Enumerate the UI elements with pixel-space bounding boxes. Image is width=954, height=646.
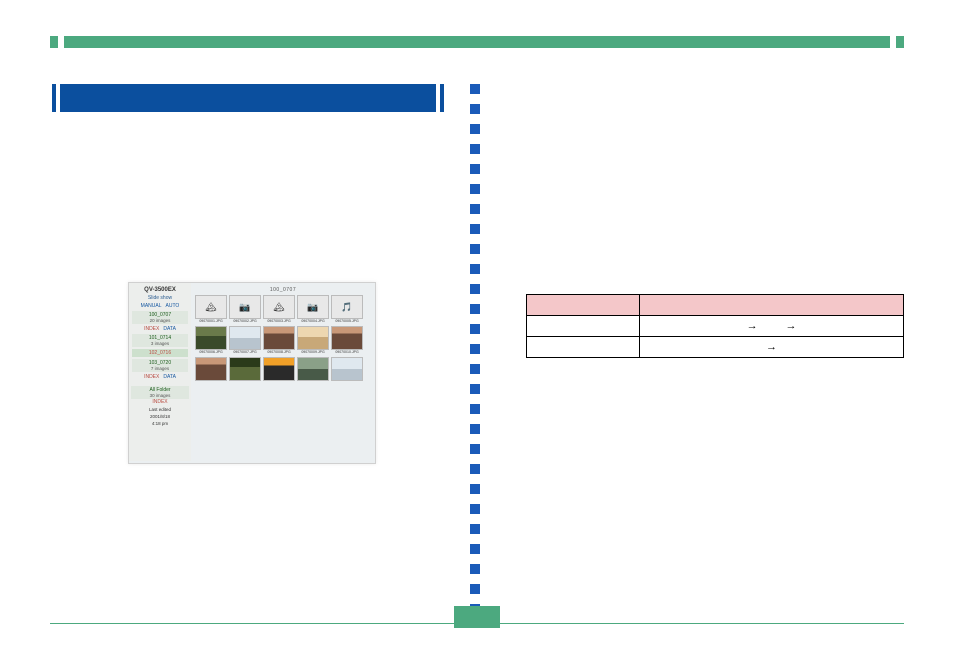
- arrow-icon: →: [766, 341, 777, 353]
- camera-model-title: QV-3500EX: [131, 287, 189, 293]
- thumbnail-image[interactable]: [195, 357, 227, 381]
- index-link[interactable]: INDEX: [144, 326, 159, 332]
- arrow-icon: →: [785, 320, 796, 332]
- screenshot-main: 100_0707 🏔09070001.JPG 📷09070002.JPG 🏔09…: [191, 283, 375, 461]
- all-folder-item: All Folder30 images: [131, 386, 189, 399]
- table-cell: [527, 316, 640, 337]
- auto-link[interactable]: AUTO: [166, 303, 180, 309]
- thumbnail-image[interactable]: [229, 326, 261, 350]
- content-table: → → →: [526, 294, 904, 358]
- page-number-badge: [454, 606, 500, 628]
- last-edited-date: 2001/8/18: [131, 414, 189, 419]
- index-link[interactable]: INDEX: [144, 374, 159, 380]
- main-folder-title: 100_0707: [195, 287, 371, 293]
- folder-item: 101_07143 images: [132, 334, 188, 347]
- folder-item: 100_070720 images: [132, 311, 188, 324]
- thumbnail-image[interactable]: [263, 326, 295, 350]
- manual-link[interactable]: MANUAL: [141, 303, 162, 309]
- thumbnail-icon[interactable]: 🏔: [263, 295, 295, 319]
- thumbnail-icon[interactable]: 📷: [229, 295, 261, 319]
- table-row: → →: [527, 316, 904, 337]
- thumbnail-icon[interactable]: 🏔: [195, 295, 227, 319]
- table-cell: → →: [640, 316, 904, 337]
- screenshot-sidebar: QV-3500EX Slide show MANUAL AUTO 100_070…: [129, 283, 191, 461]
- thumbnail-image[interactable]: [331, 357, 363, 381]
- embedded-ui-screenshot: QV-3500EX Slide show MANUAL AUTO 100_070…: [128, 282, 376, 464]
- slideshow-label: Slide show: [131, 295, 189, 301]
- thumbnail-icon[interactable]: 🎵: [331, 295, 363, 319]
- table-header-cell: [527, 295, 640, 316]
- all-index-link[interactable]: INDEX: [131, 399, 189, 405]
- thumbnail-image[interactable]: [195, 326, 227, 350]
- thumbnail-image[interactable]: [297, 357, 329, 381]
- arrow-icon: →: [747, 320, 758, 332]
- folder-item: 102_0716: [132, 349, 188, 357]
- table-cell: →: [640, 337, 904, 358]
- data-link[interactable]: DATA: [163, 326, 176, 332]
- data-link[interactable]: DATA: [163, 374, 176, 380]
- last-edited-time: 4:18 pm: [131, 421, 189, 426]
- top-accent-bar: [50, 36, 904, 48]
- thumbnail-image[interactable]: [229, 357, 261, 381]
- thumbnail-image[interactable]: [263, 357, 295, 381]
- last-edited-label: Last edited: [131, 407, 189, 412]
- table-row: →: [527, 337, 904, 358]
- thumbnail-icon[interactable]: 📷: [297, 295, 329, 319]
- section-heading-bar: [60, 84, 436, 112]
- table-header-row: [527, 295, 904, 316]
- vertical-divider: [470, 84, 480, 614]
- thumbnail-image[interactable]: [331, 326, 363, 350]
- table-cell: [527, 337, 640, 358]
- folder-item: 103_07207 images: [132, 359, 188, 372]
- table-header-cell: [640, 295, 904, 316]
- thumbnail-image[interactable]: [297, 326, 329, 350]
